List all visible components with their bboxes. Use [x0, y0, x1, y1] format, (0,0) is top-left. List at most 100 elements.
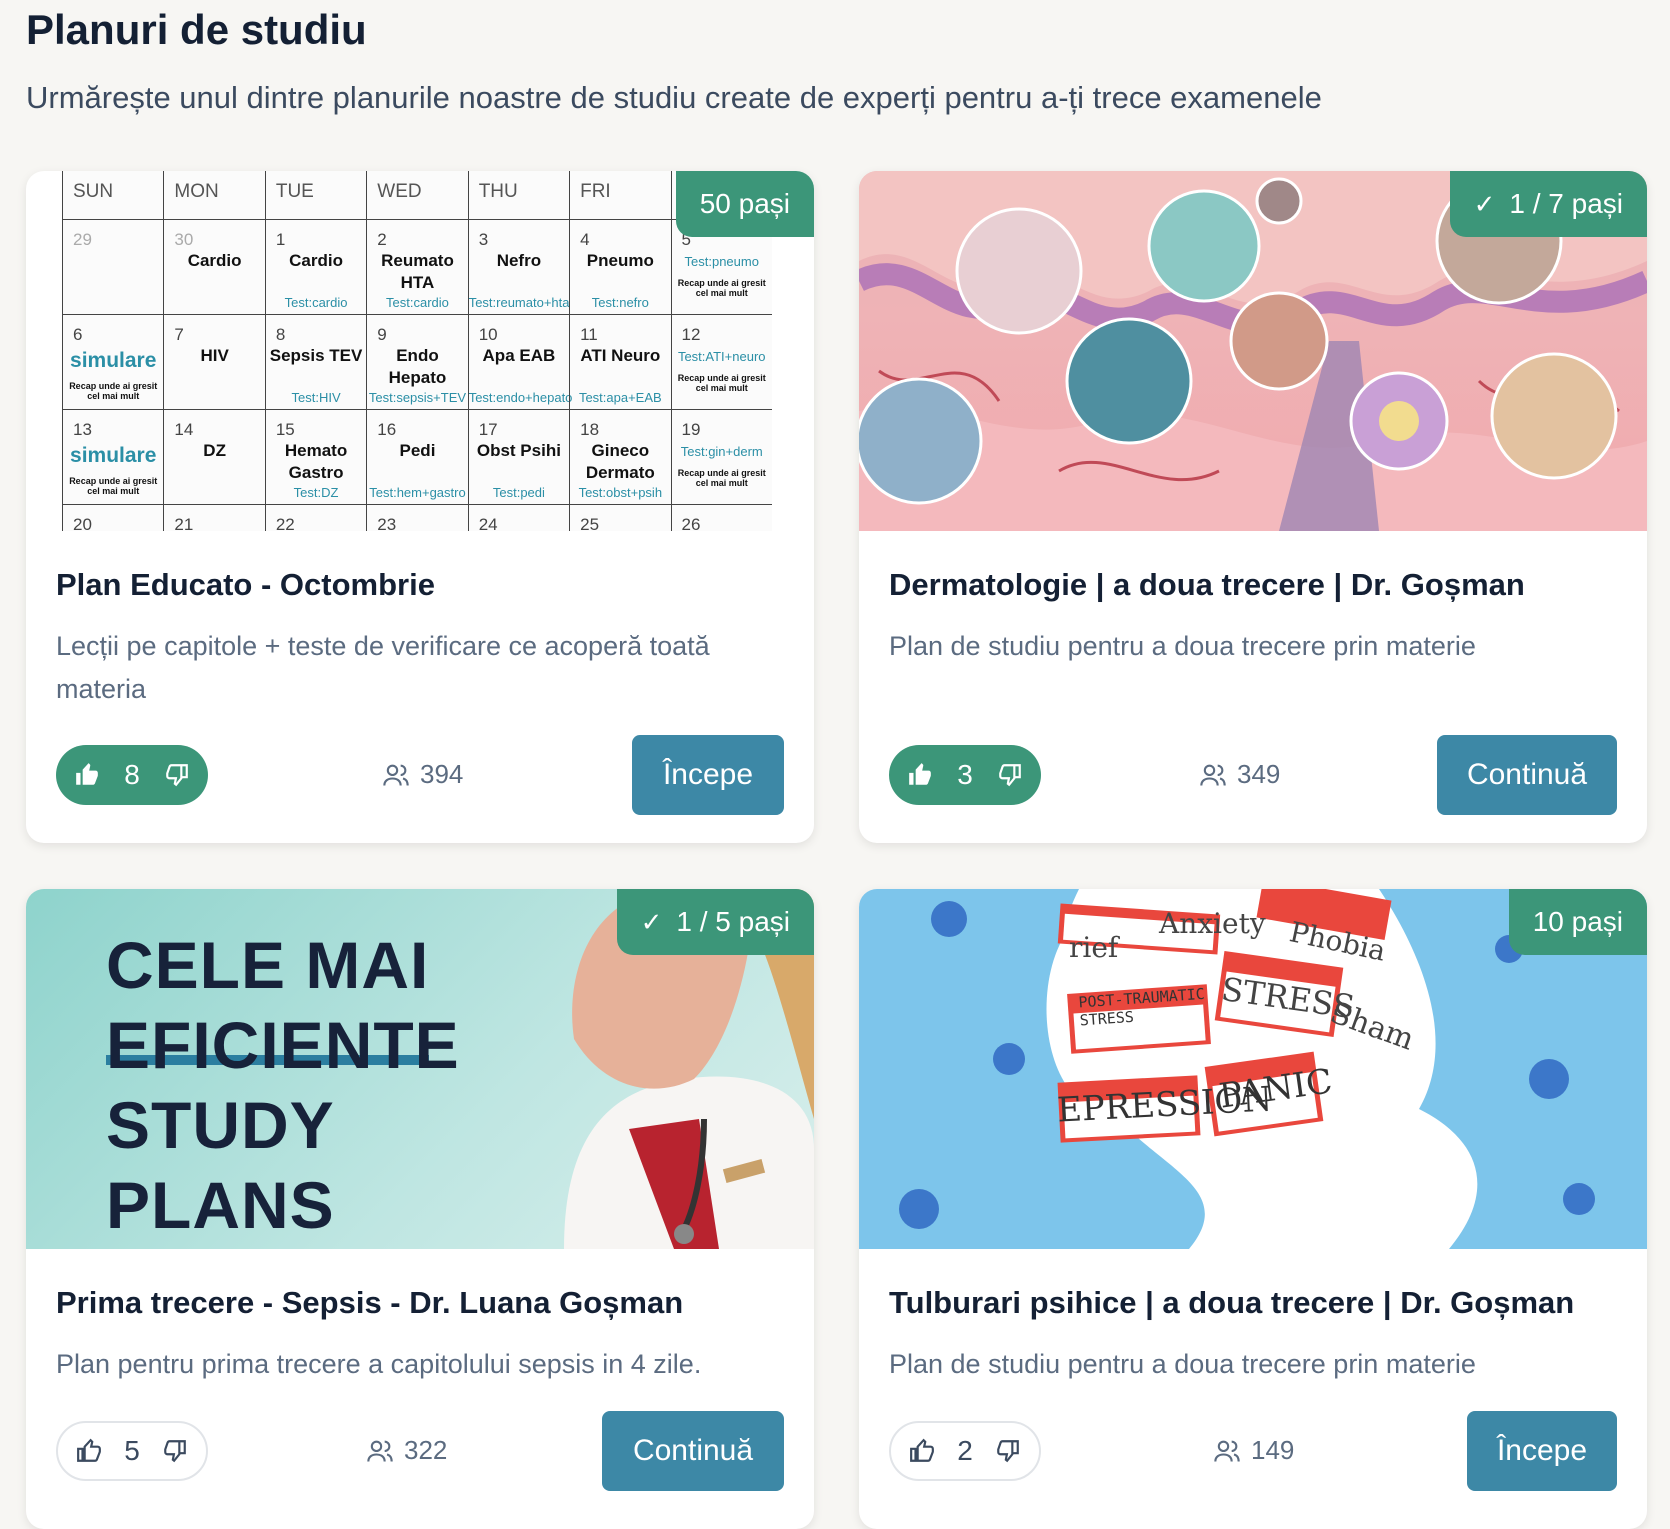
calendar-week-row: 20 21 22 23 24 25 26: [62, 504, 772, 531]
calendar-cell: 29: [62, 220, 163, 314]
study-plan-card[interactable]: CELE MAI EFICIENTE STUDY PLANS ✓ 1 / 5 p…: [26, 889, 814, 1529]
calendar-recap-note: Recap unde ai gresit cel mai mult: [677, 373, 766, 393]
calendar-week-row: 6 simulare Recap unde ai gresit cel mai mu…: [62, 314, 772, 409]
check-icon: ✓: [1473, 188, 1496, 219]
calendar-date: 15: [275, 420, 295, 439]
calendar-cell: 17 Obst Psihi Test:pedi: [467, 410, 569, 504]
card-title[interactable]: Plan Educato - Octombrie: [56, 567, 435, 603]
banner-line: EFICIENTE: [106, 1008, 460, 1082]
thumbs-up-icon[interactable]: [76, 1438, 102, 1464]
continue-button[interactable]: Continuă: [1437, 735, 1617, 815]
users-count: 394: [382, 759, 463, 790]
calendar-day-header: TUE: [264, 171, 366, 219]
calendar-topic: Reumato HTA: [381, 251, 454, 292]
calendar-date: 12: [681, 325, 701, 344]
calendar-cell: 12 Test:ATI+neuro Recap unde ai gresit cel…: [670, 315, 772, 409]
users-icon: [1200, 764, 1226, 786]
thumbs-up-icon[interactable]: [907, 762, 933, 788]
calendar-cell: 6 simulare Recap unde ai gresit cel mai mu…: [62, 315, 163, 409]
progress-badge: ✓ 1 / 7 pași: [1449, 171, 1647, 237]
calendar-cell: 30 Cardio: [163, 220, 264, 314]
calendar-test: Test:DZ: [293, 485, 339, 500]
card-title[interactable]: Tulburari psihice | a doua trecere | Dr.…: [889, 1285, 1574, 1321]
calendar-topic: Sepsis TEV: [269, 346, 363, 365]
calendar-test: Test:pneumo: [684, 254, 759, 269]
calendar-cell: 18 Gineco Dermato Test:obst+psih: [569, 410, 670, 504]
thumbs-down-icon[interactable]: [995, 1438, 1021, 1464]
calendar-cell: 14 DZ: [163, 410, 264, 504]
vote-widget: 5: [56, 1421, 208, 1481]
calendar-day-header: THU: [467, 171, 569, 219]
card-image-mental-health: Anxiety Phobia rief POST-TRAUMATIC STRES…: [859, 889, 1647, 1249]
thumbs-down-icon[interactable]: [162, 1438, 188, 1464]
calendar-date: 21: [174, 515, 194, 531]
likes-count: 8: [124, 759, 140, 790]
calendar-date: 10: [478, 325, 498, 344]
study-plan-card[interactable]: ✓ 1 / 7 pași Dermatologie | a doua trece…: [859, 171, 1647, 843]
calendar-cell: 2 Reumato HTA Test:cardio: [366, 220, 467, 314]
calendar-test: Test:cardio: [284, 295, 348, 310]
calendar-date: 1: [275, 230, 286, 249]
thumbs-down-icon[interactable]: [997, 762, 1023, 788]
steps-badge: 10 pași: [1508, 889, 1647, 955]
calendar-date: 25: [580, 515, 600, 531]
calendar-image: SUNMONTUEWEDTHUFRISAT 2930Cardio1CardioT…: [62, 171, 772, 531]
card-description: Plan pentru prima trecere a capitolului …: [56, 1349, 702, 1379]
calendar-recap-note: Recap unde ai gresit cel mai mult: [69, 476, 158, 496]
start-button[interactable]: Începe: [1467, 1411, 1617, 1491]
calendar-cell: 21: [163, 505, 264, 531]
card-description: Plan de studiu pentru a doua trecere pri…: [889, 631, 1476, 661]
study-plan-card[interactable]: Anxiety Phobia rief POST-TRAUMATIC STRES…: [859, 889, 1647, 1529]
card-title[interactable]: Prima trecere - Sepsis - Dr. Luana Goșma…: [56, 1285, 683, 1321]
calendar-date: 30: [174, 230, 194, 249]
calendar-cell: 23: [366, 505, 467, 531]
calendar-date: 2: [377, 230, 387, 249]
thumbs-up-icon[interactable]: [909, 1438, 935, 1464]
calendar-date: 29: [73, 230, 92, 249]
calendar-cell: 16 Pedi Test:hem+gastro: [366, 410, 467, 504]
card-title[interactable]: Dermatologie | a doua trecere | Dr. Goșm…: [889, 567, 1525, 603]
page-subtitle: Urmărește unul dintre planurile noastre …: [26, 80, 1322, 115]
calendar-date: 26: [681, 515, 701, 531]
calendar-date: 23: [377, 515, 397, 531]
calendar-day-header: FRI: [569, 171, 670, 219]
word-label: rief: [1069, 931, 1119, 964]
calendar-topic: Nefro: [496, 251, 542, 270]
vote-widget: 3: [889, 745, 1041, 805]
calendar-topic: ATI Neuro: [580, 346, 661, 365]
continue-button[interactable]: Continuă: [602, 1411, 784, 1491]
calendar-cell: 19 Test:gin+derm Recap unde ai gresit cel …: [670, 410, 772, 504]
calendar-week-row: 29 30 Cardio 1 Cardio Test:cardio 2 Reumato HTA…: [62, 219, 772, 314]
calendar-day-header: SUN: [62, 171, 163, 219]
thumbs-up-icon[interactable]: [74, 762, 100, 788]
likes-count: 3: [957, 759, 973, 790]
card-image-dermatology: ✓ 1 / 7 pași: [859, 171, 1647, 531]
calendar-topic: DZ: [203, 441, 226, 460]
calendar-date: 17: [478, 420, 498, 439]
users-icon: [1214, 1440, 1240, 1462]
calendar-recap-note: Recap unde ai gresit cel mai mult: [69, 381, 158, 401]
calendar-test: Test:sepsis+TEV: [368, 390, 467, 405]
steps-badge: 50 pași: [675, 171, 814, 237]
banner-line: PLANS: [106, 1168, 335, 1242]
users-count: 322: [366, 1435, 447, 1466]
calendar-date: 3: [478, 230, 489, 249]
calendar-date: 13: [73, 420, 92, 439]
users-count: 149: [1213, 1435, 1294, 1466]
calendar-date: 20: [73, 515, 92, 531]
calendar-date: 11: [580, 325, 598, 344]
calendar-date: 9: [377, 325, 387, 344]
start-button[interactable]: Începe: [632, 735, 784, 815]
calendar-topic: Gineco Dermato: [585, 441, 655, 482]
calendar-date: 7: [174, 325, 184, 344]
calendar-topic: Pneumo: [586, 251, 654, 270]
calendar-simulation: simulare: [70, 444, 157, 467]
card-image-calendar: SUNMONTUEWEDTHUFRISAT 2930Cardio1CardioT…: [26, 171, 814, 531]
calendar-test: Test:gin+derm: [680, 444, 763, 459]
calendar-date: 18: [580, 420, 600, 439]
thumbs-down-icon[interactable]: [164, 762, 190, 788]
calendar-recap-note: Recap unde ai gresit cel mai mult: [677, 468, 766, 488]
calendar-topic: Cardio: [289, 251, 343, 270]
study-plan-card[interactable]: SUNMONTUEWEDTHUFRISAT 2930Cardio1CardioT…: [26, 171, 814, 843]
calendar-test: Test:cardio: [386, 295, 449, 310]
